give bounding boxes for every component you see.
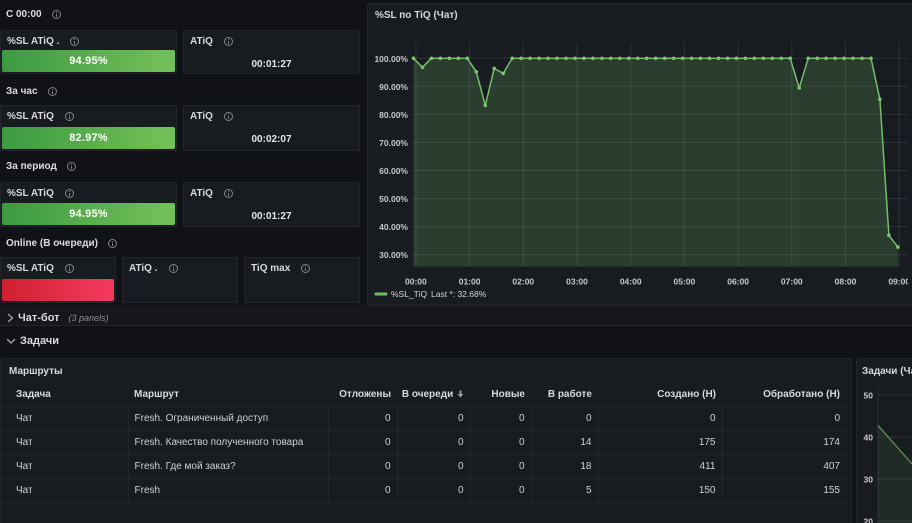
svg-text:30: 30	[864, 475, 874, 485]
svg-text:03:00: 03:00	[566, 277, 588, 287]
svg-text:70.00%: 70.00%	[379, 138, 408, 148]
svg-text:01:00: 01:00	[459, 277, 481, 287]
svg-text:09:00: 09:00	[888, 277, 908, 287]
svg-text:40: 40	[864, 433, 874, 443]
svg-text:07:00: 07:00	[781, 277, 803, 287]
svg-text:05:00: 05:00	[674, 277, 696, 287]
svg-text:90.00%: 90.00%	[379, 82, 408, 92]
svg-text:Last *: 32.68%: Last *: 32.68%	[431, 289, 487, 299]
svg-text:02:00: 02:00	[512, 277, 534, 287]
svg-text:40.00%: 40.00%	[379, 222, 408, 232]
svg-text:04:00: 04:00	[620, 277, 642, 287]
svg-text:08:00: 08:00	[835, 277, 857, 287]
svg-text:%SL_TiQ: %SL_TiQ	[391, 289, 427, 299]
svg-text:60.00%: 60.00%	[379, 166, 408, 176]
svg-text:50.00%: 50.00%	[379, 194, 408, 204]
svg-text:100.00%: 100.00%	[374, 54, 408, 64]
svg-text:20: 20	[864, 517, 874, 523]
svg-text:00:00: 00:00	[405, 277, 427, 287]
svg-text:06:00: 06:00	[727, 277, 749, 287]
svg-text:50: 50	[864, 391, 874, 401]
svg-text:30.00%: 30.00%	[379, 250, 408, 260]
svg-text:80.00%: 80.00%	[379, 110, 408, 120]
